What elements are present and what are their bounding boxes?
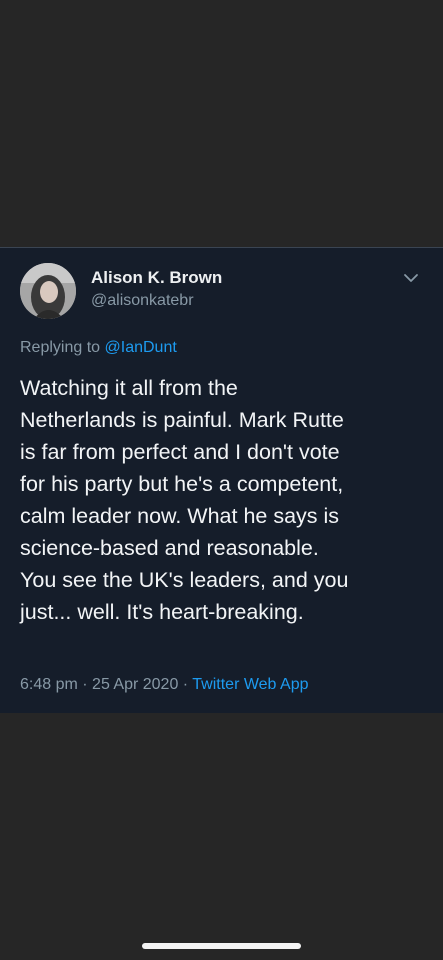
tweet-text-line: science-based and reasonable. bbox=[20, 536, 319, 560]
meta-separator: · bbox=[182, 676, 189, 693]
screen: Alison K. Brown @alisonkatebr Replying t… bbox=[0, 0, 443, 960]
tweet-text-line: just... well. It's heart-breaking. bbox=[20, 600, 304, 624]
user-handle[interactable]: @alisonkatebr bbox=[91, 292, 194, 310]
tweet-text: Watching it all from the Netherlands is … bbox=[20, 372, 432, 628]
meta-separator: · bbox=[82, 676, 88, 693]
tweet-source-link[interactable]: Twitter Web App bbox=[192, 676, 308, 693]
tweet-text-line: You see the UK's leaders, and you bbox=[20, 568, 349, 592]
mention-link[interactable]: @IanDunt bbox=[105, 339, 177, 356]
tweet-card: Alison K. Brown @alisonkatebr Replying t… bbox=[0, 247, 443, 713]
replying-prefix: Replying to bbox=[20, 339, 101, 356]
tweet-time[interactable]: 6:48 pm bbox=[20, 676, 78, 693]
tweet-meta: 6:48 pm · 25 Apr 2020 · Twitter Web App bbox=[20, 676, 308, 694]
tweet-text-line: Watching it all from the bbox=[20, 376, 238, 400]
tweet-text-line: calm leader now. What he says is bbox=[20, 504, 340, 528]
chevron-down-icon[interactable] bbox=[403, 271, 419, 283]
replying-to: Replying to @IanDunt bbox=[20, 339, 177, 357]
tweet-text-line: is far from perfect and I don't vote bbox=[20, 440, 340, 464]
tweet-date[interactable]: 25 Apr 2020 bbox=[92, 676, 178, 693]
display-name[interactable]: Alison K. Brown bbox=[91, 268, 222, 288]
home-indicator[interactable] bbox=[142, 943, 301, 949]
avatar-photo-icon bbox=[20, 263, 76, 319]
tweet-text-line: Netherlands is painful. Mark Rutte bbox=[20, 408, 344, 432]
tweet-text-line: for his party but he's a competent, bbox=[20, 472, 344, 496]
avatar[interactable] bbox=[20, 263, 76, 319]
